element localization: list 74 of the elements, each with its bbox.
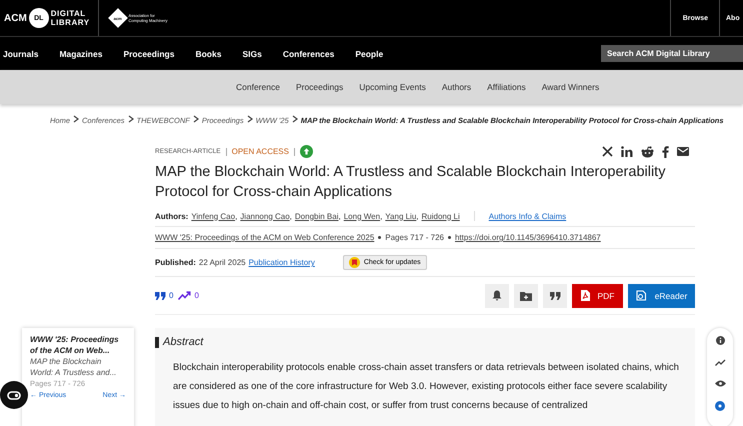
ereader-button[interactable]: eReader bbox=[628, 284, 695, 308]
breadcrumb-separator-icon bbox=[246, 115, 253, 125]
author-link[interactable]: Yang Liu bbox=[385, 212, 416, 220]
author-link[interactable]: Long Wen bbox=[344, 212, 380, 220]
separator: , bbox=[338, 212, 341, 220]
subnav-item[interactable]: Affiliations bbox=[487, 82, 526, 92]
page-range: Pages 717 - 726 bbox=[385, 233, 444, 242]
search-field[interactable]: Search ACM Digital Library bbox=[601, 45, 743, 62]
article-title: MAP the Blockchain World: A Trustless and... bbox=[30, 356, 118, 378]
abstract-heading: Abstract bbox=[163, 336, 204, 348]
linkedin-share-icon[interactable] bbox=[621, 146, 633, 157]
published-label: Published: bbox=[155, 258, 196, 267]
subnav-item[interactable]: Award Winners bbox=[542, 82, 600, 92]
folder-button[interactable] bbox=[514, 284, 538, 308]
logo-text: ACM bbox=[4, 12, 27, 24]
facebook-share-icon[interactable] bbox=[662, 146, 669, 158]
toggle-icon bbox=[7, 390, 21, 400]
bookmark-badge-icon bbox=[348, 257, 360, 268]
folder-plus-icon bbox=[520, 290, 532, 300]
abstract-text: Blockchain interoperability protocols enable cross-chain asset transfers or data retrievals between isolated chains, which are considered as one of the core infrastructure for Web 3.0. However, existing protocols either face severe scalability issues due to high on-chain and off-chain cost, or suffer from trust concerns because of centralized bbox=[173, 361, 680, 413]
authors-info-link[interactable]: Authors Info & Claims bbox=[488, 212, 566, 220]
info-icon[interactable] bbox=[716, 336, 724, 345]
nav-item[interactable]: Magazines bbox=[59, 48, 102, 58]
authors-label: Authors: bbox=[155, 212, 188, 220]
x-share-icon[interactable] bbox=[602, 146, 613, 157]
article-title: MAP the Blockchain World: A Trustless and Scalable Blockchain Interoperability Protocol for Cross-chain Applications bbox=[155, 163, 666, 202]
nav-item[interactable]: Proceedings bbox=[123, 48, 174, 58]
bell-icon bbox=[492, 290, 502, 301]
subnav-item[interactable]: Upcoming Events bbox=[359, 82, 426, 92]
logo-text: LIBRARY bbox=[50, 18, 90, 27]
bullet-icon bbox=[448, 236, 451, 239]
nav-item[interactable]: Journals bbox=[3, 48, 38, 58]
separator: , bbox=[235, 212, 238, 220]
reddit-share-icon[interactable] bbox=[641, 146, 654, 158]
document-icon bbox=[636, 290, 647, 301]
author-link[interactable]: Ruidong Li bbox=[422, 212, 460, 220]
email-share-icon[interactable] bbox=[677, 147, 689, 156]
open-access-icon bbox=[300, 145, 313, 158]
logo-text: DIGITAL bbox=[50, 9, 87, 18]
publication-history-link[interactable]: Publication History bbox=[248, 258, 315, 267]
nav-item[interactable]: Conferences bbox=[282, 48, 334, 58]
separator: , bbox=[290, 212, 292, 220]
separator: , bbox=[380, 212, 382, 220]
eye-icon[interactable] bbox=[714, 380, 726, 387]
trend-icon[interactable] bbox=[714, 359, 726, 366]
subnav-item[interactable]: Proceedings bbox=[296, 82, 344, 92]
bell-button[interactable] bbox=[485, 284, 509, 308]
breadcrumb-separator-icon bbox=[192, 115, 199, 125]
nav-item[interactable]: People bbox=[355, 48, 384, 58]
breadcrumb-separator-icon bbox=[73, 115, 80, 125]
author-link[interactable]: Yinfeng Cao bbox=[191, 212, 236, 220]
subnav-item[interactable]: Conference bbox=[236, 82, 280, 92]
proceedings-title[interactable]: WWW '25: Proceedings of the ACM on Web... bbox=[30, 334, 126, 356]
breadcrumb-separator-icon bbox=[292, 115, 298, 125]
breadcrumb-separator-icon bbox=[128, 115, 134, 125]
author-link[interactable]: Jiannong Cao bbox=[240, 212, 290, 220]
notification-badge-icon[interactable] bbox=[715, 401, 725, 411]
open-access-label: OPEN ACCESS bbox=[232, 147, 289, 156]
accessibility-button[interactable] bbox=[0, 381, 28, 409]
separator: , bbox=[416, 212, 419, 220]
pdf-icon bbox=[580, 290, 590, 301]
quote-icon bbox=[550, 292, 560, 300]
proceedings-link[interactable]: WWW '25: Proceedings of the ACM on Web Conference 2025 bbox=[155, 233, 374, 242]
nav-item[interactable]: Books bbox=[195, 48, 222, 58]
quote-button[interactable] bbox=[543, 284, 567, 308]
download-count: 0 bbox=[178, 291, 199, 300]
nav-item[interactable]: SIGs bbox=[242, 48, 262, 58]
pdf-button[interactable]: PDF bbox=[572, 284, 623, 308]
doi-link[interactable]: https://doi.org/10.1145/3696410.3714867 bbox=[454, 233, 601, 242]
bullet-icon bbox=[378, 236, 382, 239]
citation-count: 0 bbox=[155, 291, 174, 300]
published-date: 22 April 2025 bbox=[198, 258, 246, 267]
author-link[interactable]: Dongbin Bai bbox=[294, 212, 338, 220]
subnav-item[interactable]: Authors bbox=[442, 82, 472, 92]
